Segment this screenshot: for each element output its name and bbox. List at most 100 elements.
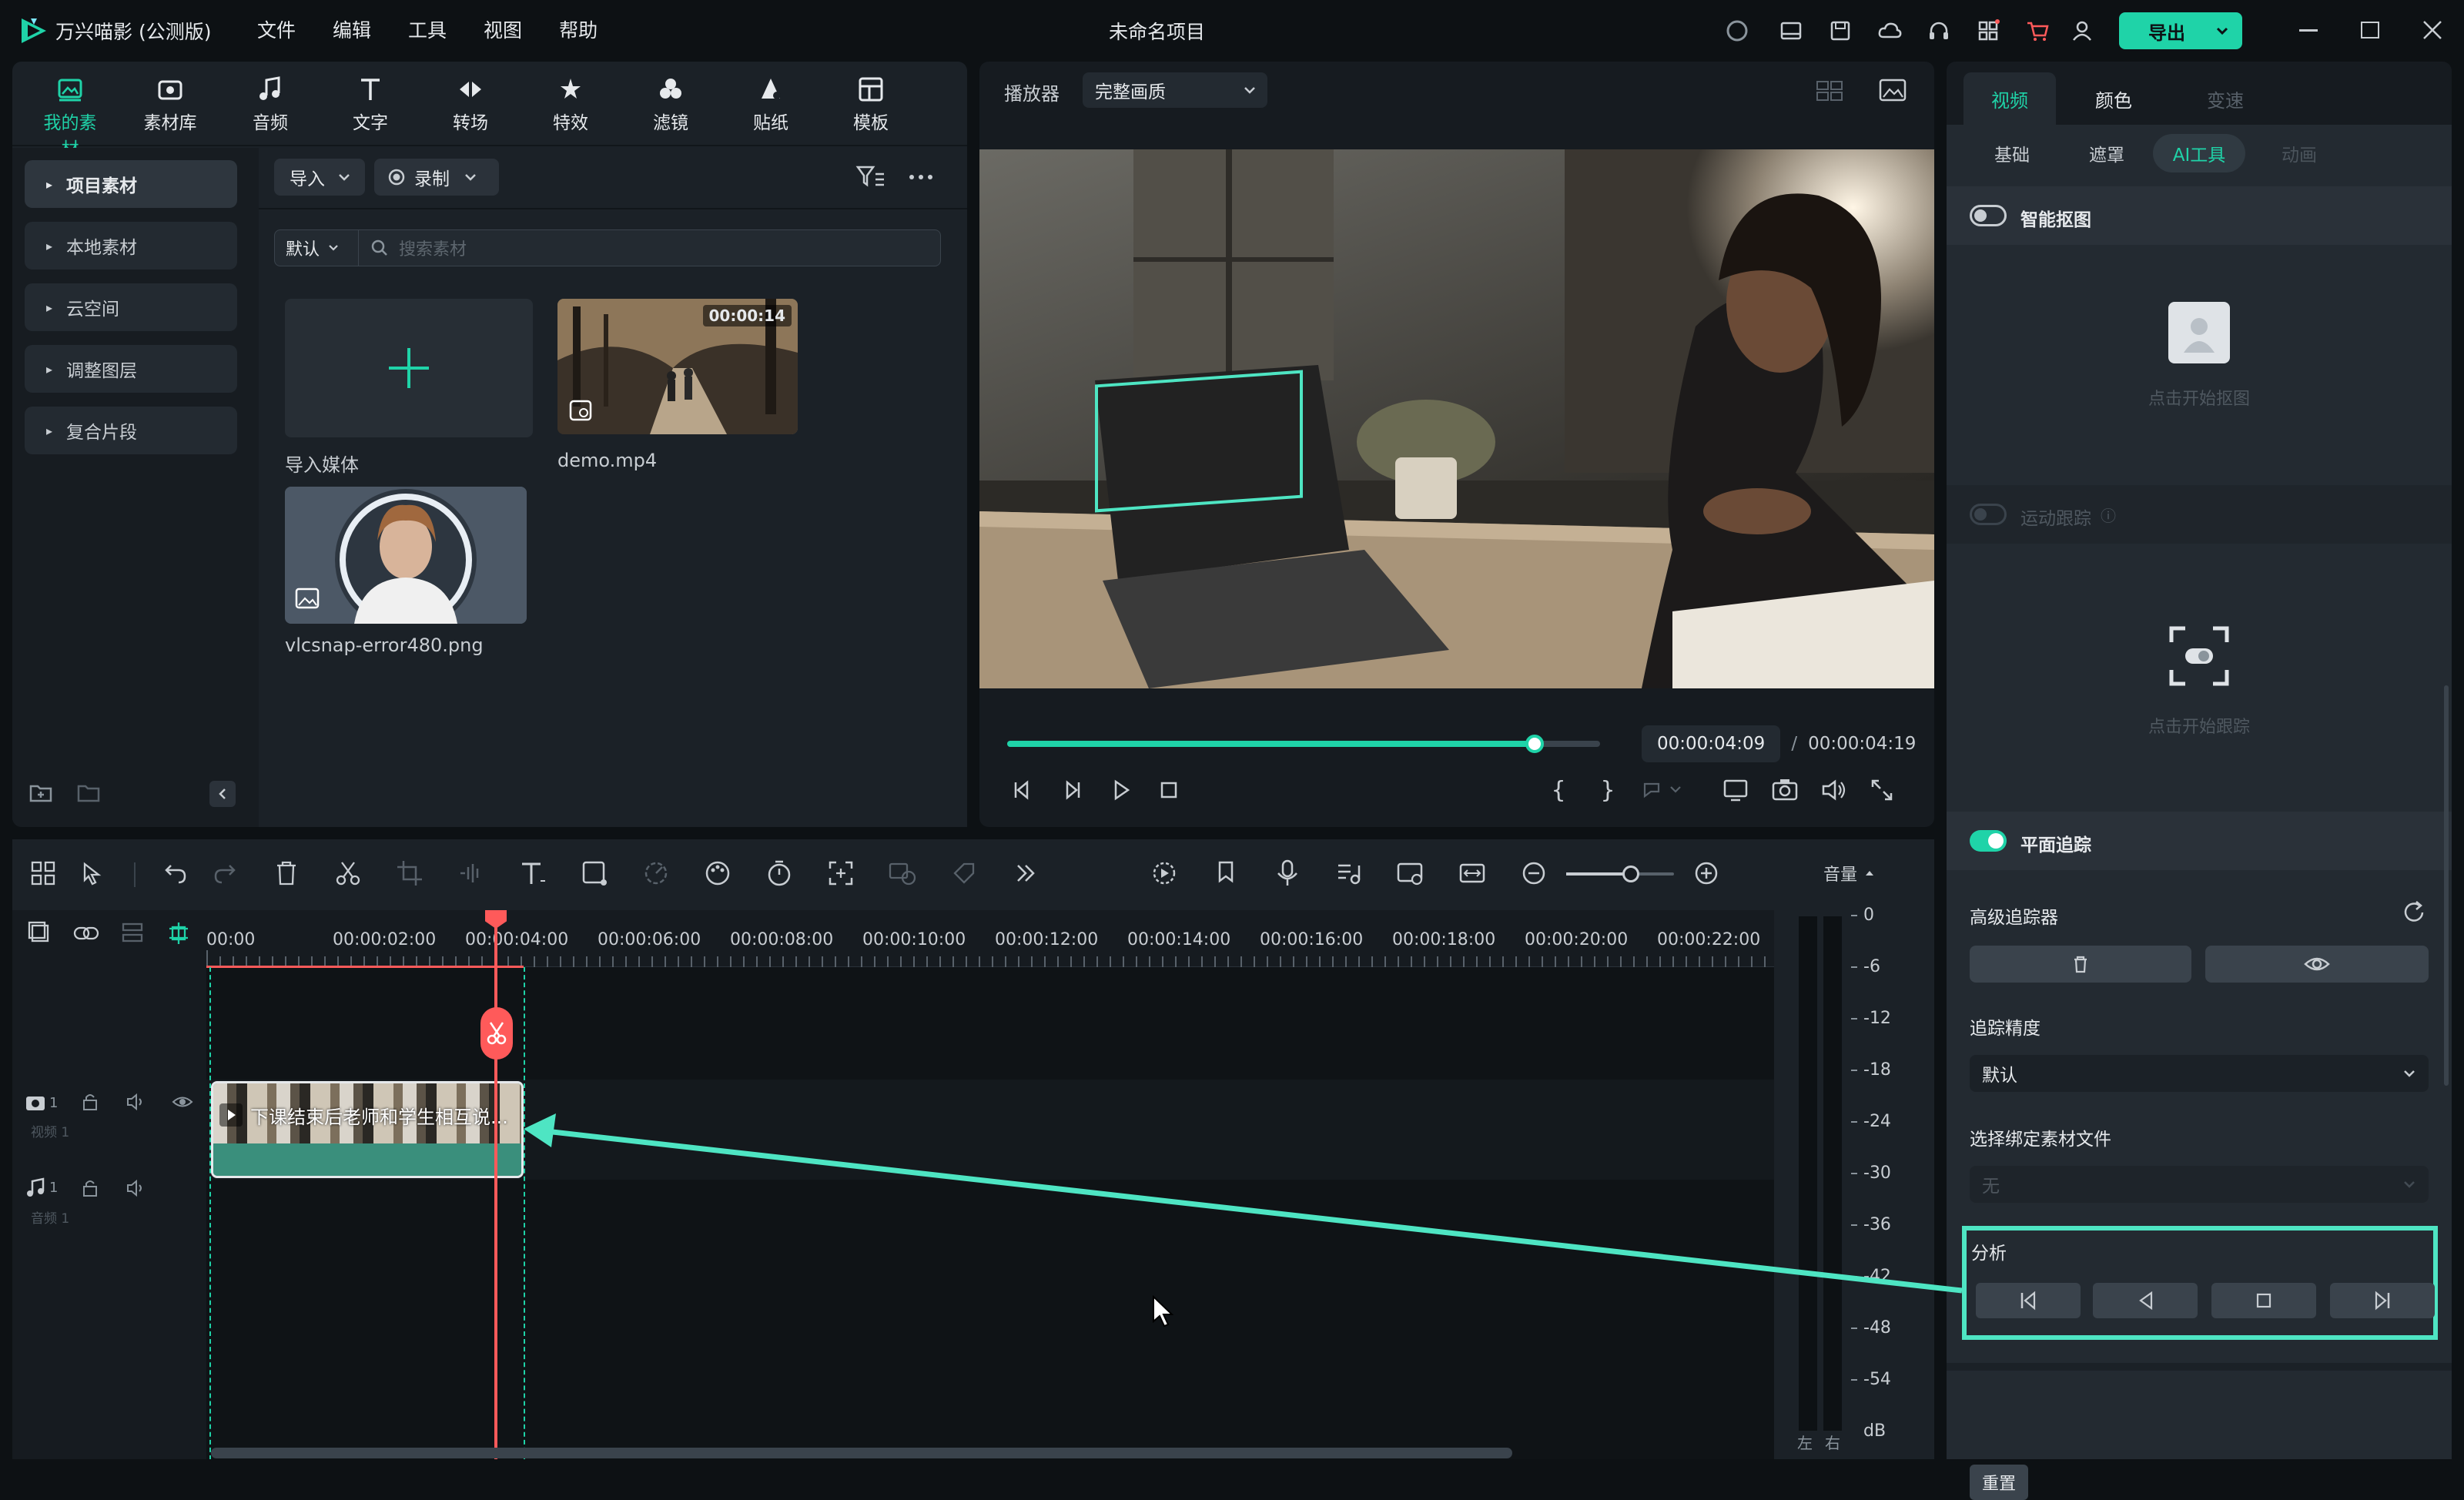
timeline-scrollbar[interactable] xyxy=(211,1448,1512,1458)
audio-mix-icon[interactable] xyxy=(1334,858,1364,889)
import-media-tile[interactable] xyxy=(285,299,533,437)
analyze-forward-button[interactable] xyxy=(2330,1283,2435,1318)
zoom-knob[interactable] xyxy=(1622,866,1639,882)
cutout-hint[interactable]: 点击开始抠图 xyxy=(1947,385,2452,410)
tracking-hint[interactable]: 点击开始跟踪 xyxy=(1947,713,2452,738)
tab-sticker[interactable]: 贴纸 xyxy=(736,75,805,134)
subtab-ai-tools[interactable]: AI工具 xyxy=(2153,134,2245,172)
subtab-animation[interactable]: 动画 xyxy=(2245,134,2353,172)
current-time[interactable]: 00:00:04:09 xyxy=(1642,725,1781,762)
analyze-backward-button[interactable] xyxy=(2093,1283,2198,1318)
menu-view[interactable]: 视图 xyxy=(484,15,522,43)
export-button[interactable]: 导出 xyxy=(2119,12,2242,49)
sidebar-item-project-media[interactable]: ▸ 项目素材 xyxy=(25,160,237,208)
tab-text[interactable]: 文字 xyxy=(336,75,405,134)
headset-icon[interactable] xyxy=(1927,18,1951,43)
snap-icon[interactable] xyxy=(165,919,192,947)
volume-icon[interactable] xyxy=(1819,775,1850,805)
subtab-mask[interactable]: 遮罩 xyxy=(2061,134,2153,172)
playhead[interactable] xyxy=(494,910,497,1459)
scrollbar[interactable] xyxy=(2444,685,2449,1086)
audio-detach-icon[interactable] xyxy=(456,858,487,889)
mute-icon[interactable] xyxy=(125,1090,148,1113)
motion-tracking-toggle[interactable] xyxy=(1970,504,2007,525)
menu-file[interactable]: 文件 xyxy=(257,15,296,43)
quality-dropdown[interactable]: 完整画质 xyxy=(1083,72,1267,108)
reset-button[interactable]: 重置 xyxy=(1970,1465,2028,1500)
camera-snapshot-icon[interactable] xyxy=(1769,775,1800,805)
cloud-icon[interactable] xyxy=(1877,18,1902,43)
tab-effects[interactable]: 特效 xyxy=(536,75,605,134)
timer-icon[interactable] xyxy=(764,858,795,889)
close-window-button[interactable] xyxy=(2421,18,2444,42)
sidebar-item-adjustment-layer[interactable]: ▸ 调整图层 xyxy=(25,345,237,393)
mute-icon[interactable] xyxy=(125,1177,148,1200)
help-icon[interactable]: ⓘ xyxy=(2101,504,2116,526)
picture-in-picture-icon[interactable] xyxy=(1395,858,1426,889)
fit-timeline-icon[interactable] xyxy=(1457,858,1488,889)
tab-color[interactable]: 颜色 xyxy=(2056,72,2171,125)
mark-out-icon[interactable]: } xyxy=(1592,775,1623,805)
tab-template[interactable]: 模板 xyxy=(836,75,906,134)
sort-dropdown[interactable]: 默认 xyxy=(274,229,359,266)
chevron-down-icon[interactable] xyxy=(2215,23,2230,39)
tab-video[interactable]: 视频 xyxy=(1964,72,2056,125)
zoom-in-icon[interactable] xyxy=(1691,858,1722,889)
visibility-icon[interactable] xyxy=(171,1090,194,1113)
zoom-slider[interactable] xyxy=(1566,866,1674,882)
cart-icon[interactable] xyxy=(2025,18,2050,43)
crop-icon[interactable] xyxy=(394,858,425,889)
smart-cutout-toggle[interactable] xyxy=(1970,205,2007,226)
new-folder-icon[interactable] xyxy=(28,779,54,805)
tracking-target-icon[interactable] xyxy=(2167,624,2231,688)
save-icon[interactable] xyxy=(1828,18,1853,43)
sidebar-item-local-media[interactable]: ▸ 本地素材 xyxy=(25,222,237,270)
split-scissors-icon[interactable] xyxy=(333,858,363,889)
split-marker-icon[interactable] xyxy=(480,1007,513,1060)
text-tool-icon[interactable] xyxy=(517,858,548,889)
speed-icon[interactable] xyxy=(641,858,671,889)
bind-media-dropdown[interactable]: 无 xyxy=(1970,1166,2429,1203)
tab-library[interactable]: 素材库 xyxy=(136,75,205,134)
import-dropdown[interactable]: 导入 xyxy=(274,159,365,196)
tracking-box[interactable] xyxy=(1095,370,1303,513)
precision-dropdown[interactable]: 默认 xyxy=(1970,1055,2429,1092)
microphone-icon[interactable] xyxy=(1272,858,1303,889)
display-icon[interactable] xyxy=(1720,775,1751,805)
volume-label[interactable]: 音量 xyxy=(1823,861,1876,886)
restore-button[interactable] xyxy=(2361,22,2379,39)
video-clip[interactable]: 下课结束后老师和学生相互说... xyxy=(211,1081,524,1178)
subtab-basic[interactable]: 基础 xyxy=(1964,134,2061,172)
layout-grid-icon[interactable] xyxy=(28,858,59,889)
timeline-canvas[interactable]: 00:00 00:00:02:00 00:00:04:00 00:00:06:00 00… xyxy=(206,910,1774,1459)
playback-progress[interactable] xyxy=(1007,735,1600,753)
person-placeholder-icon[interactable] xyxy=(2168,302,2230,363)
add-track-icon[interactable] xyxy=(26,919,54,947)
zoom-out-icon[interactable] xyxy=(1518,858,1549,889)
more-tools-icon[interactable] xyxy=(1010,858,1041,889)
tab-transition[interactable]: 转场 xyxy=(436,75,505,134)
planar-tracking-toggle[interactable] xyxy=(1970,830,2007,852)
link-icon[interactable] xyxy=(72,919,100,947)
undo-icon[interactable] xyxy=(160,858,191,889)
preview-tracker-button[interactable] xyxy=(2205,946,2429,983)
auto-reframe-icon[interactable] xyxy=(825,858,856,889)
fullscreen-icon[interactable] xyxy=(1866,775,1897,805)
grid-view-icon[interactable] xyxy=(1814,77,1845,105)
sidebar-item-compound-clip[interactable]: ▸ 复合片段 xyxy=(25,407,237,454)
filter-sort-icon[interactable] xyxy=(855,163,886,191)
render-preview-icon[interactable] xyxy=(1149,858,1180,889)
minimize-button[interactable] xyxy=(2299,29,2318,32)
video-preview[interactable] xyxy=(979,149,1934,688)
delete-tracker-button[interactable] xyxy=(1970,946,2191,983)
mark-in-icon[interactable]: { xyxy=(1543,775,1574,805)
insert-marker-icon[interactable] xyxy=(1640,775,1686,805)
lock-icon[interactable] xyxy=(79,1090,102,1113)
user-icon[interactable] xyxy=(2070,18,2094,43)
delete-icon[interactable] xyxy=(271,858,302,889)
stop-analysis-button[interactable] xyxy=(2211,1283,2316,1318)
record-status-icon[interactable] xyxy=(1725,18,1749,43)
redo-icon[interactable] xyxy=(209,858,240,889)
subtitle-icon[interactable] xyxy=(887,858,918,889)
search-input[interactable]: 搜索素材 xyxy=(359,229,941,266)
